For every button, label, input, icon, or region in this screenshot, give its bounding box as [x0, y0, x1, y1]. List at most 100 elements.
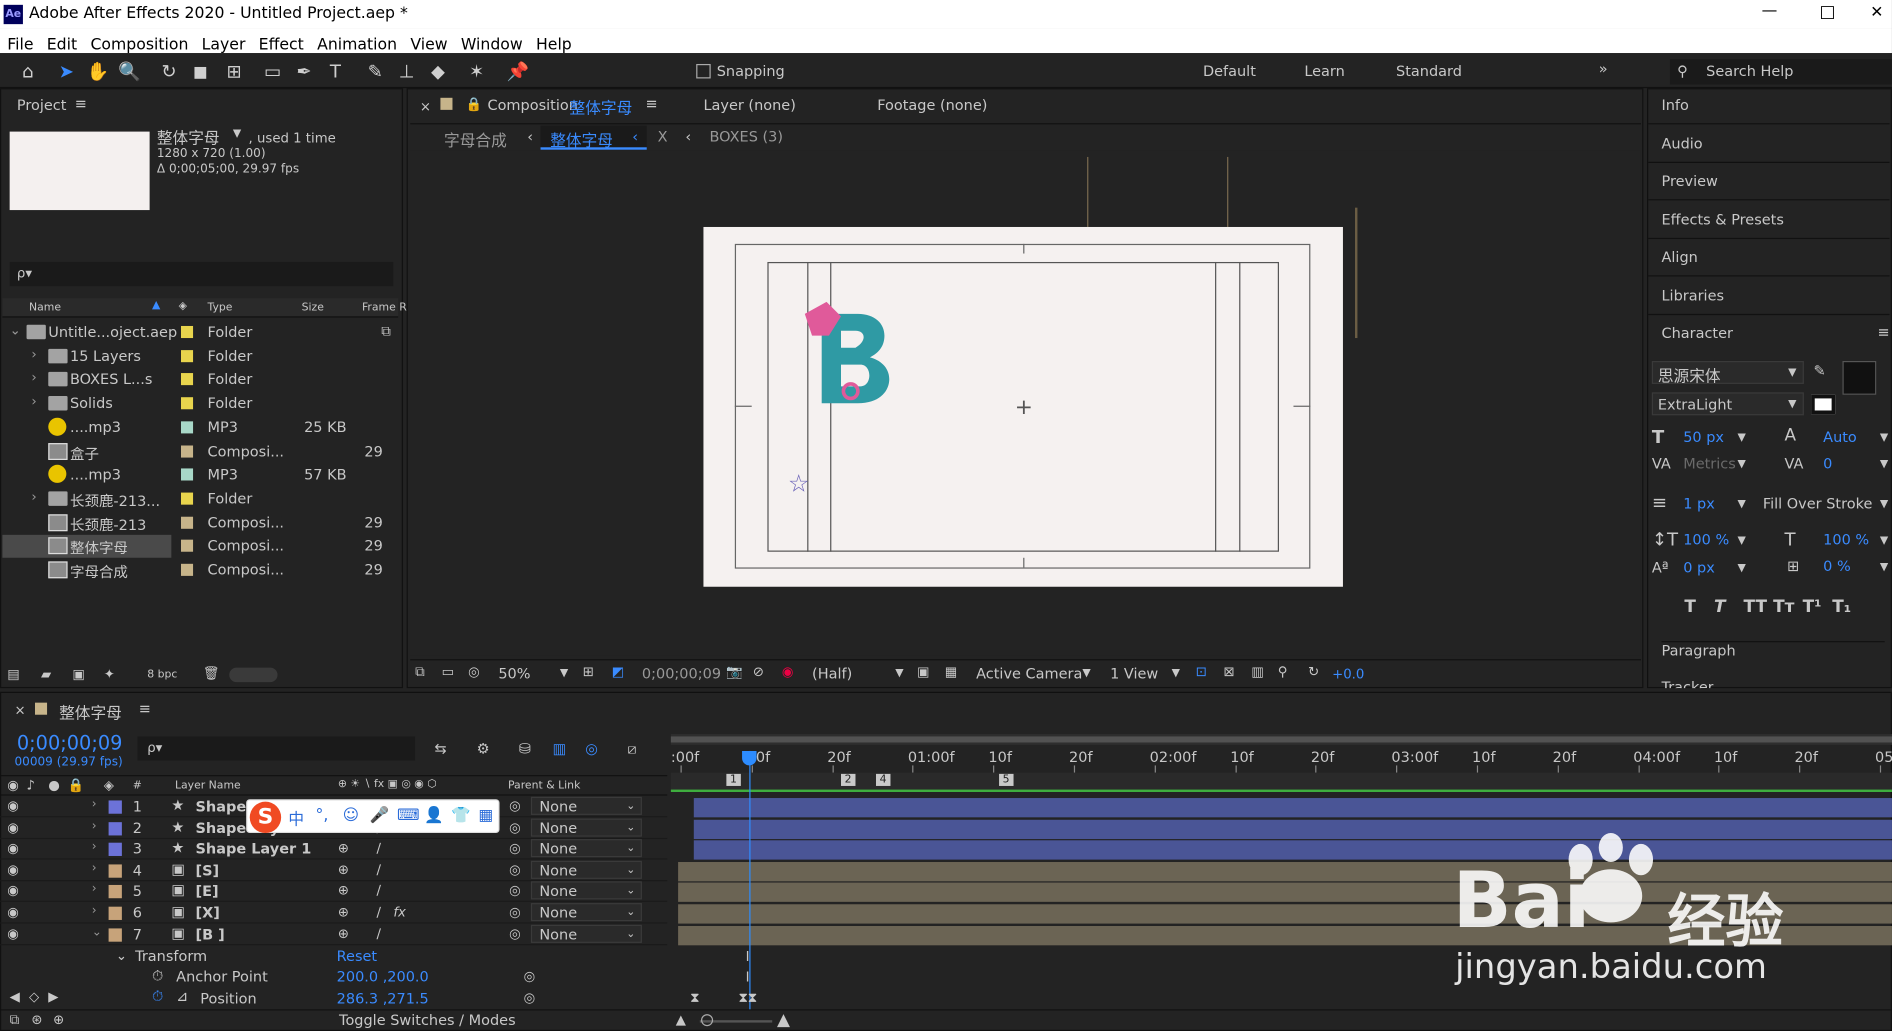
- always-preview-icon[interactable]: ⧉: [415, 664, 424, 681]
- keyframe-icon[interactable]: ◇: [29, 989, 39, 1005]
- pickwhip-icon[interactable]: ◎: [509, 862, 521, 878]
- time-navigator[interactable]: [670, 734, 1892, 745]
- panel-menu-icon[interactable]: ≡: [1877, 324, 1889, 341]
- fx-icon[interactable]: fx: [393, 904, 406, 920]
- project-item[interactable]: 整体字母 Composi... 29: [2, 535, 383, 559]
- menu-item-animation[interactable]: Animation: [317, 36, 397, 54]
- menu-item-help[interactable]: Help: [536, 36, 572, 54]
- subscript-button[interactable]: T₁: [1832, 598, 1851, 617]
- clone-stamp-tool-icon[interactable]: ⊥: [396, 60, 418, 82]
- minimize-button[interactable]: —: [1762, 2, 1778, 20]
- project-item[interactable]: › Solids Folder: [2, 392, 398, 415]
- chevron-right-icon[interactable]: ›: [31, 346, 36, 362]
- kerning-value[interactable]: Metrics: [1683, 455, 1736, 472]
- safe-margins-icon[interactable]: ⊞: [583, 664, 594, 680]
- snapping-checkbox[interactable]: [696, 63, 711, 79]
- ime-item-icon[interactable]: ☺: [343, 806, 359, 824]
- label-color[interactable]: [108, 864, 122, 878]
- composition-mini-flowchart-icon[interactable]: ⇆: [434, 740, 446, 757]
- label-color[interactable]: [108, 906, 122, 920]
- collapse-icon[interactable]: ⊕: [338, 841, 349, 857]
- keyframe-icon[interactable]: I: [746, 949, 750, 965]
- parent-dropdown[interactable]: None ⌄: [530, 796, 642, 815]
- pickwhip-icon[interactable]: ◎: [509, 926, 521, 942]
- roto-brush-tool-icon[interactable]: ✶: [466, 60, 488, 82]
- layer-name[interactable]: Shape Layer 1: [195, 841, 311, 858]
- panel-menu-icon[interactable]: ≡: [75, 95, 87, 112]
- monitor-icon[interactable]: ▭: [442, 664, 455, 680]
- font-family-dropdown[interactable]: 思源宋体 ▼: [1651, 360, 1804, 386]
- type-column-header[interactable]: Type: [208, 302, 233, 314]
- thumbnail-slider[interactable]: [229, 667, 278, 683]
- stroke-swatch[interactable]: [1811, 394, 1836, 415]
- layer-row[interactable]: ◉ ⌄ 7 ▣ [B ] ⊕ ∕ ◎ None ⌄: [0, 924, 668, 945]
- timeline-tab[interactable]: 整体字母: [59, 700, 122, 723]
- time-ruler[interactable]: :00f 10f 20f 01:00f 10f 20f 02:00f 10f 20f 03:00f…: [671, 746, 1892, 773]
- layer-row[interactable]: ◉ › 6 ▣ [X] ⊕ ∕ fx ◎ None ⌄: [0, 903, 668, 924]
- prev-keyframe-icon[interactable]: ◀: [10, 989, 20, 1005]
- rectangle-tool-icon[interactable]: ▭: [262, 60, 284, 82]
- project-search-input[interactable]: ρ▾: [9, 261, 394, 287]
- timeline-timecode[interactable]: 0;00;00;09: [17, 732, 123, 755]
- layer-name[interactable]: [X]: [195, 904, 219, 921]
- resolution-dropdown[interactable]: (Half): [812, 665, 852, 682]
- layer-row[interactable]: ◉ › 5 ▣ [E] ⊕ ∕ ◎ None ⌄: [0, 881, 668, 903]
- type-tool-icon[interactable]: T: [325, 60, 347, 82]
- rotate-tool-icon[interactable]: ↻: [158, 60, 180, 82]
- maximize-button[interactable]: □: [1820, 2, 1836, 21]
- menu-item-edit[interactable]: Edit: [47, 36, 77, 54]
- anchor-point-value[interactable]: 200.0 ,200.0: [337, 968, 429, 985]
- draft-3d-icon[interactable]: ⚙: [477, 740, 490, 757]
- viewer-canvas[interactable]: + ☆: [410, 150, 1641, 656]
- transparency-grid-icon[interactable]: ◩: [612, 664, 625, 680]
- faux-italic-button[interactable]: T: [1714, 598, 1726, 617]
- menu-item-view[interactable]: View: [410, 36, 447, 54]
- views-dropdown[interactable]: 1 View: [1110, 665, 1158, 682]
- composition-tab-name[interactable]: 整体字母: [570, 95, 633, 118]
- label-color[interactable]: [108, 821, 122, 835]
- size-column-header[interactable]: Size: [302, 302, 324, 314]
- collapse-icon[interactable]: ⊕: [338, 904, 349, 920]
- menu-item-file[interactable]: File: [7, 36, 33, 54]
- quality-icon[interactable]: ∕: [376, 862, 380, 878]
- puppet-tool-icon[interactable]: 📌: [507, 60, 530, 82]
- breadcrumb-item[interactable]: X: [658, 128, 668, 145]
- render-icon[interactable]: ⊛: [31, 1012, 42, 1028]
- menu-item-composition[interactable]: Composition: [90, 36, 188, 54]
- show-snapshot-icon[interactable]: ⊘: [753, 664, 764, 680]
- menu-item-window[interactable]: Window: [461, 36, 523, 54]
- parent-dropdown[interactable]: None ⌄: [530, 903, 642, 922]
- chevron-right-icon[interactable]: ›: [31, 370, 36, 386]
- eye-icon[interactable]: ◉: [7, 819, 19, 835]
- ime-item-icon[interactable]: °,: [316, 806, 329, 824]
- comp-button-icon[interactable]: ⧉: [10, 1012, 19, 1029]
- composition-tab-label[interactable]: Composition: [487, 97, 577, 114]
- all-caps-button[interactable]: TT: [1744, 598, 1767, 617]
- new-comp-icon[interactable]: ▣: [72, 666, 85, 682]
- next-keyframe-icon[interactable]: ▶: [48, 989, 58, 1005]
- panel-info[interactable]: Info: [1661, 97, 1688, 114]
- layer-row[interactable]: ◉ › 3 ★ Shape Layer 1 ⊕ ∕ ◎ None ⌄: [0, 839, 668, 860]
- close-tab-icon[interactable]: ×: [14, 703, 25, 719]
- project-item[interactable]: 字母合成 Composi... 29: [2, 559, 398, 582]
- transform-reset-link[interactable]: Reset: [337, 948, 377, 965]
- project-item[interactable]: › 长颈鹿-213... Folder: [2, 488, 398, 511]
- project-tab[interactable]: Project: [17, 97, 67, 114]
- timeline-icon[interactable]: ▥: [1251, 664, 1264, 680]
- horizontal-scale-value[interactable]: 100 %: [1823, 531, 1869, 548]
- panel-align[interactable]: Align: [1661, 249, 1697, 266]
- pickwhip-icon[interactable]: ◎: [509, 904, 521, 920]
- keyframe-icon[interactable]: ⧗⧗: [738, 990, 757, 1007]
- graph-editor-icon[interactable]: ⧄: [627, 740, 636, 758]
- ime-item-icon[interactable]: 🎤: [370, 806, 390, 824]
- layer-name[interactable]: [S]: [195, 862, 219, 879]
- parent-dropdown[interactable]: None ⌄: [530, 924, 642, 943]
- label-color[interactable]: [180, 397, 194, 410]
- collapse-icon[interactable]: ⊕: [338, 883, 349, 899]
- project-item[interactable]: ⌄ Untitle...oject.aep Folder: [2, 321, 398, 344]
- ime-item-icon[interactable]: ▦: [478, 806, 493, 824]
- panel-effects-presets[interactable]: Effects & Presets: [1661, 211, 1783, 228]
- zoom-out-icon[interactable]: ▲: [676, 1012, 686, 1028]
- font-style-dropdown[interactable]: ExtraLight ▼: [1651, 392, 1804, 416]
- comp-marker[interactable]: 4: [875, 773, 891, 786]
